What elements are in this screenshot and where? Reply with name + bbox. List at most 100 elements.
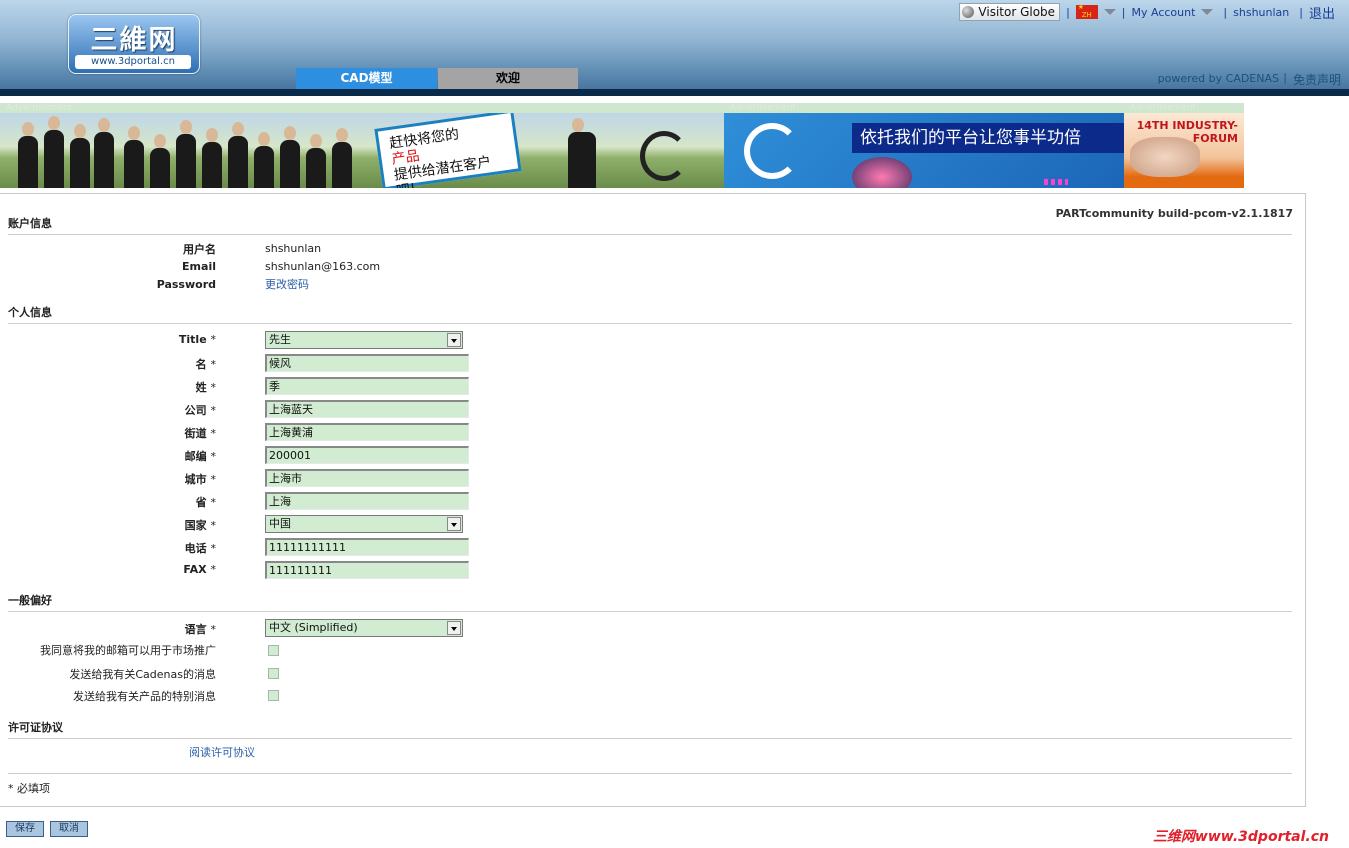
my-account-link[interactable]: My Account: [1132, 6, 1196, 19]
chevron-down-icon[interactable]: [447, 517, 461, 531]
china-flag-icon[interactable]: ZH: [1075, 3, 1098, 19]
required-marker: *: [210, 473, 217, 486]
cadenas-logo-icon: [744, 123, 800, 179]
required-marker: *: [210, 404, 217, 417]
language-select-value: 中文 (Simplified): [269, 621, 358, 634]
cancel-button[interactable]: 取消: [50, 821, 88, 837]
title-label-text: Title: [178, 333, 207, 346]
postcode-input[interactable]: 200001: [265, 446, 469, 464]
province-label: 省 *: [196, 494, 216, 510]
required-marker: *: [210, 427, 217, 440]
fax-input[interactable]: 111111111: [265, 561, 469, 579]
person-figure: [228, 122, 248, 188]
disclaimer-link[interactable]: 免责声明: [1293, 71, 1341, 88]
logo-title: 三維网: [90, 25, 178, 56]
postcode-label-text: 邮编: [184, 450, 207, 463]
tab-cad-models[interactable]: CAD模型: [296, 68, 437, 89]
country-select[interactable]: 中国: [265, 515, 463, 533]
nav-separator: |: [1283, 71, 1287, 84]
chevron-down-icon[interactable]: [447, 333, 461, 347]
person-figure: [280, 126, 300, 188]
ad-banner-1[interactable]: 赶快将您的 产品 提供给潜在客户吧!: [0, 113, 724, 188]
marketing-email-checkbox[interactable]: [268, 645, 279, 656]
person-figure: [150, 134, 170, 188]
ad-label: Advertisement:: [0, 103, 724, 113]
nav-separator: |: [1121, 5, 1126, 19]
title-select[interactable]: 先生: [265, 331, 463, 349]
save-button[interactable]: 保存: [6, 821, 44, 837]
person-figure: [124, 126, 144, 188]
username-value: shshunlan: [265, 242, 322, 255]
title-label: Title *: [179, 333, 216, 346]
ad-label: Advertisement:: [1124, 103, 1244, 113]
cadenas-logo-icon: [640, 131, 688, 181]
required-marker: *: [210, 381, 217, 394]
username-link[interactable]: shshunlan: [1233, 6, 1289, 19]
visitor-globe-label: Visitor Globe: [978, 5, 1056, 19]
first-name-label-text: 名: [195, 358, 207, 371]
cadenas-news-label: 发送给我有关Cadenas的消息: [69, 668, 216, 681]
chevron-down-icon[interactable]: [1201, 9, 1214, 15]
required-marker: *: [210, 496, 217, 509]
ad-text-line: 14TH INDUSTRY-: [1136, 119, 1238, 132]
province-label-text: 省: [195, 496, 207, 509]
site-logo[interactable]: 三維网 www.3dportal.cn: [68, 14, 200, 74]
last-name-label: 姓 *: [196, 379, 216, 395]
read-license-link[interactable]: 阅读许可协议: [189, 744, 255, 760]
chevron-down-icon[interactable]: [447, 621, 461, 635]
language-label: 语言 *: [185, 621, 216, 637]
first-name-label: 名 *: [196, 356, 216, 372]
province-input[interactable]: 上海: [265, 492, 469, 510]
chevron-down-icon[interactable]: [1103, 9, 1116, 15]
ad-banner-2[interactable]: 依托我们的平台让您事半功倍: [724, 113, 1124, 188]
email-value: shshunlan@163.com: [265, 260, 381, 273]
globe-icon: [962, 6, 975, 18]
language-select[interactable]: 中文 (Simplified): [265, 619, 463, 637]
company-label: 公司 *: [185, 402, 216, 418]
ad-text: 依托我们的平台让您事半功倍: [852, 123, 1124, 153]
person-figure: [306, 134, 326, 188]
ad-speech-bubble: 赶快将您的 产品 提供给潜在客户吧!: [374, 113, 522, 188]
country-label-text: 国家: [184, 519, 207, 532]
section-personal-info: 个人信息: [8, 304, 1292, 324]
required-marker: *: [210, 450, 217, 463]
person-figure: [70, 124, 90, 188]
marketing-email-label: 我同意将我的邮箱可以用于市场推广: [40, 644, 216, 657]
change-password-link[interactable]: 更改密码: [265, 276, 309, 292]
required-marker: *: [210, 563, 217, 576]
required-marker: *: [210, 542, 217, 555]
ad-banner-3[interactable]: 14TH INDUSTRY- FORUM: [1124, 113, 1244, 188]
company-label-text: 公司: [184, 404, 207, 417]
country-select-value: 中国: [269, 517, 291, 530]
product-offers-checkbox[interactable]: [268, 690, 279, 701]
first-name-input[interactable]: 候风: [265, 354, 469, 372]
nav-separator: |: [1223, 5, 1228, 19]
last-name-input[interactable]: 季: [265, 377, 469, 395]
header: 三維网 www.3dportal.cn Visitor Globe | ZH |…: [0, 0, 1349, 96]
company-input[interactable]: 上海蓝天: [265, 400, 469, 418]
logo-url: www.3dportal.cn: [75, 55, 191, 69]
person-figure: [332, 128, 352, 188]
username-label: 用户名: [183, 243, 216, 256]
visitor-globe-button[interactable]: Visitor Globe: [959, 3, 1061, 21]
divider: [8, 773, 1292, 774]
cadenas-news-checkbox[interactable]: [268, 668, 279, 679]
city-input[interactable]: 上海市: [265, 469, 469, 487]
nav-separator: |: [1299, 5, 1303, 19]
person-figure: [44, 116, 64, 188]
logout-link[interactable]: 退出: [1309, 3, 1335, 22]
postcode-label: 邮编 *: [185, 448, 216, 464]
language-label-text: 语言: [184, 623, 207, 636]
product-offers-label: 发送给我有关产品的特别消息: [73, 690, 216, 703]
person-figure: [254, 132, 274, 188]
street-input[interactable]: 上海黄浦: [265, 423, 469, 441]
phone-label-text: 电话: [184, 542, 207, 555]
ad-label: Advertisement:: [724, 103, 1124, 113]
person-figure: [176, 120, 196, 188]
phone-input[interactable]: 11111111111: [265, 538, 469, 556]
person-figure: [568, 118, 596, 188]
ad-graphic: [1044, 179, 1068, 185]
ad-graphic: [1130, 137, 1200, 177]
required-fields-note: * 必填项: [8, 782, 50, 795]
tab-welcome[interactable]: 欢迎: [438, 68, 578, 89]
